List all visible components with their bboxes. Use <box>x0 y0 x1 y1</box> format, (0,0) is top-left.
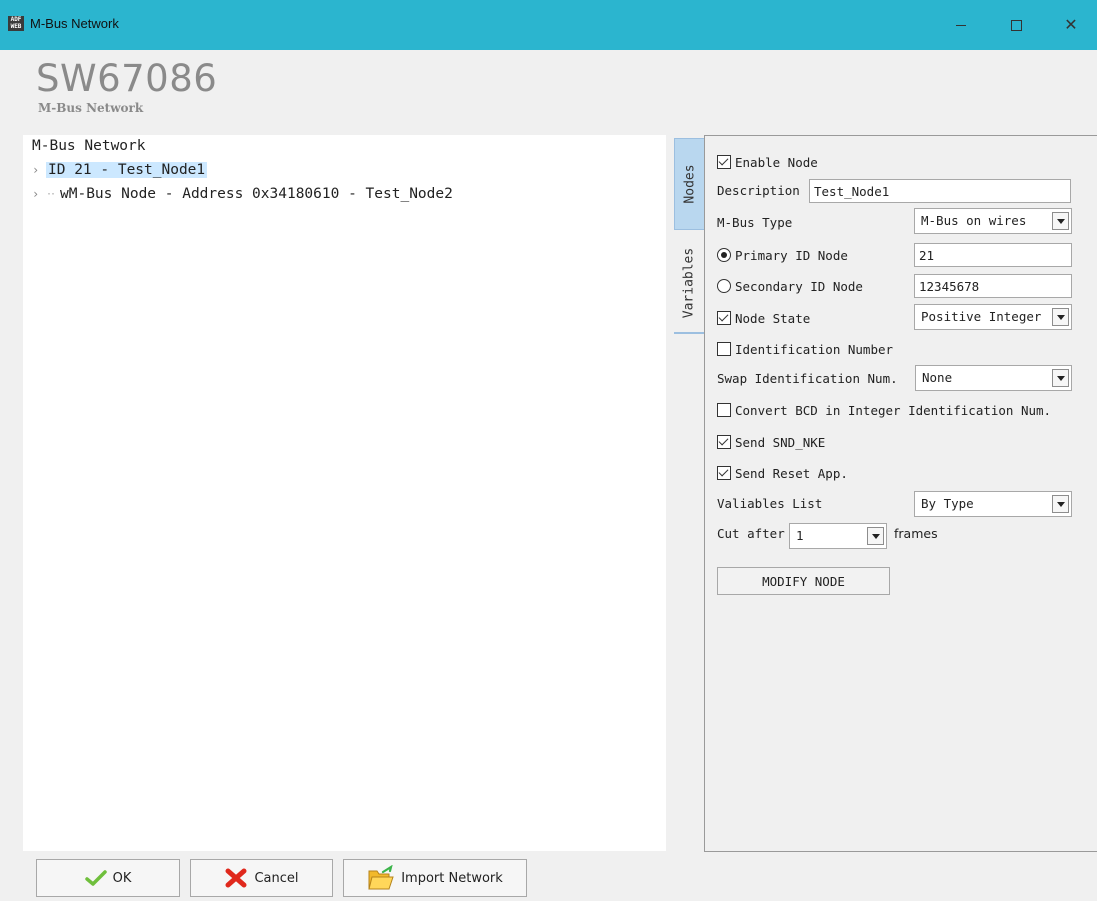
secondary-id-radio[interactable] <box>717 279 731 293</box>
maximize-icon <box>1010 19 1022 31</box>
swap-identification-label: Swap Identification Num. <box>717 370 898 386</box>
cancel-label: Cancel <box>254 870 299 886</box>
mbus-type-value: M-Bus on wires <box>921 213 1027 228</box>
variables-list-value: By Type <box>921 496 974 511</box>
node-properties-panel: Enable Node Description Test_Node1 M-Bus… <box>704 135 1097 852</box>
secondary-id-row[interactable]: Secondary ID Node <box>717 275 863 297</box>
enable-node-row[interactable]: Enable Node <box>717 151 818 173</box>
tree-item-node2[interactable]: › ·· wM-Bus Node - Address 0x34180610 - … <box>32 184 455 204</box>
chevron-right-icon[interactable]: › <box>32 187 46 201</box>
checkmark-icon <box>84 870 107 886</box>
identification-number-row[interactable]: Identification Number <box>717 338 893 360</box>
cut-after-select[interactable]: 1 <box>789 523 887 549</box>
node-state-row[interactable]: Node State <box>717 307 810 329</box>
chevron-down-icon[interactable] <box>867 527 884 545</box>
cancel-button[interactable]: Cancel <box>190 859 333 897</box>
cut-after-suffix: frames <box>894 525 938 541</box>
description-label: Description <box>717 182 800 198</box>
product-subtitle: M-Bus Network <box>38 101 144 115</box>
primary-id-row[interactable]: Primary ID Node <box>717 244 848 266</box>
chevron-down-icon[interactable] <box>1052 495 1069 513</box>
mbus-type-label: M-Bus Type <box>717 214 793 230</box>
send-reset-app-row[interactable]: Send Reset App. <box>717 462 848 484</box>
convert-bcd-label: Convert BCD in Integer Identification Nu… <box>735 402 1052 418</box>
node-state-checkbox[interactable] <box>717 311 731 325</box>
identification-number-label: Identification Number <box>735 341 894 357</box>
chevron-down-icon[interactable] <box>1052 212 1069 230</box>
convert-bcd-checkbox[interactable] <box>717 403 731 417</box>
tab-variables-label: Variables <box>681 247 697 319</box>
variables-list-label: Valiables List <box>717 495 823 511</box>
enable-node-checkbox[interactable] <box>717 155 731 169</box>
title-bar: ADF WEB M-Bus Network ✕ <box>0 0 1097 50</box>
modify-node-button[interactable]: MODIFY NODE <box>717 567 890 595</box>
swap-identification-value: None <box>922 370 953 385</box>
folder-import-icon <box>368 865 394 890</box>
network-tree: M-Bus Network › ID 21 - Test_Node1 › ·· … <box>23 135 666 851</box>
chevron-down-icon[interactable] <box>1052 308 1069 326</box>
tab-nodes-label: Nodes <box>682 164 697 204</box>
primary-id-label: Primary ID Node <box>735 247 848 263</box>
cut-after-value: 1 <box>796 528 804 543</box>
close-button[interactable]: ✕ <box>1048 0 1094 50</box>
window-title: M-Bus Network <box>30 16 119 31</box>
chevron-down-icon[interactable] <box>1052 369 1069 387</box>
description-input[interactable]: Test_Node1 <box>809 179 1071 203</box>
send-snd-nke-row[interactable]: Send SND_NKE <box>717 431 825 453</box>
tab-nodes[interactable]: Nodes <box>674 138 704 230</box>
enable-node-label: Enable Node <box>735 154 818 170</box>
node-state-label: Node State <box>735 310 811 326</box>
cut-after-label: Cut after <box>717 525 785 541</box>
ok-button[interactable]: OK <box>36 859 180 897</box>
tab-variables[interactable]: Variables <box>674 234 704 334</box>
app-logo-text: ADF WEB <box>10 16 22 30</box>
send-snd-nke-checkbox[interactable] <box>717 435 731 449</box>
primary-id-input[interactable]: 21 <box>914 243 1072 267</box>
import-network-label: Import Network <box>401 870 503 886</box>
secondary-id-input[interactable]: 12345678 <box>914 274 1072 298</box>
close-icon: ✕ <box>1064 15 1078 34</box>
send-snd-nke-label: Send SND_NKE <box>735 434 826 450</box>
maximize-button[interactable] <box>993 0 1039 50</box>
send-reset-app-label: Send Reset App. <box>735 465 848 481</box>
convert-bcd-row[interactable]: Convert BCD in Integer Identification Nu… <box>717 399 1051 421</box>
tree-connector: ·· <box>46 188 56 200</box>
mbus-type-select[interactable]: M-Bus on wires <box>914 208 1072 234</box>
swap-identification-select[interactable]: None <box>915 365 1072 391</box>
secondary-id-label: Secondary ID Node <box>735 278 863 294</box>
chevron-right-icon[interactable]: › <box>32 163 46 177</box>
ok-label: OK <box>112 870 132 886</box>
identification-number-checkbox[interactable] <box>717 342 731 356</box>
minimize-button[interactable] <box>938 0 984 50</box>
primary-id-radio[interactable] <box>717 248 731 262</box>
tab-strip: Nodes Variables <box>672 138 704 338</box>
tree-item-label: wM-Bus Node - Address 0x34180610 - Test_… <box>60 186 453 202</box>
tree-item-label: ID 21 - Test_Node1 <box>46 162 208 178</box>
import-network-button[interactable]: Import Network <box>343 859 527 897</box>
node-state-value: Positive Integer <box>921 309 1042 324</box>
minimize-icon <box>956 24 966 26</box>
send-reset-app-checkbox[interactable] <box>717 466 731 480</box>
tree-item-node1[interactable]: › ID 21 - Test_Node1 <box>32 160 208 180</box>
product-code: SW67086 <box>36 57 218 100</box>
variables-list-select[interactable]: By Type <box>914 491 1072 517</box>
app-logo-icon: ADF WEB <box>8 16 24 31</box>
cancel-x-icon <box>225 868 247 888</box>
node-state-select[interactable]: Positive Integer <box>914 304 1072 330</box>
tree-root[interactable]: M-Bus Network <box>32 138 146 154</box>
